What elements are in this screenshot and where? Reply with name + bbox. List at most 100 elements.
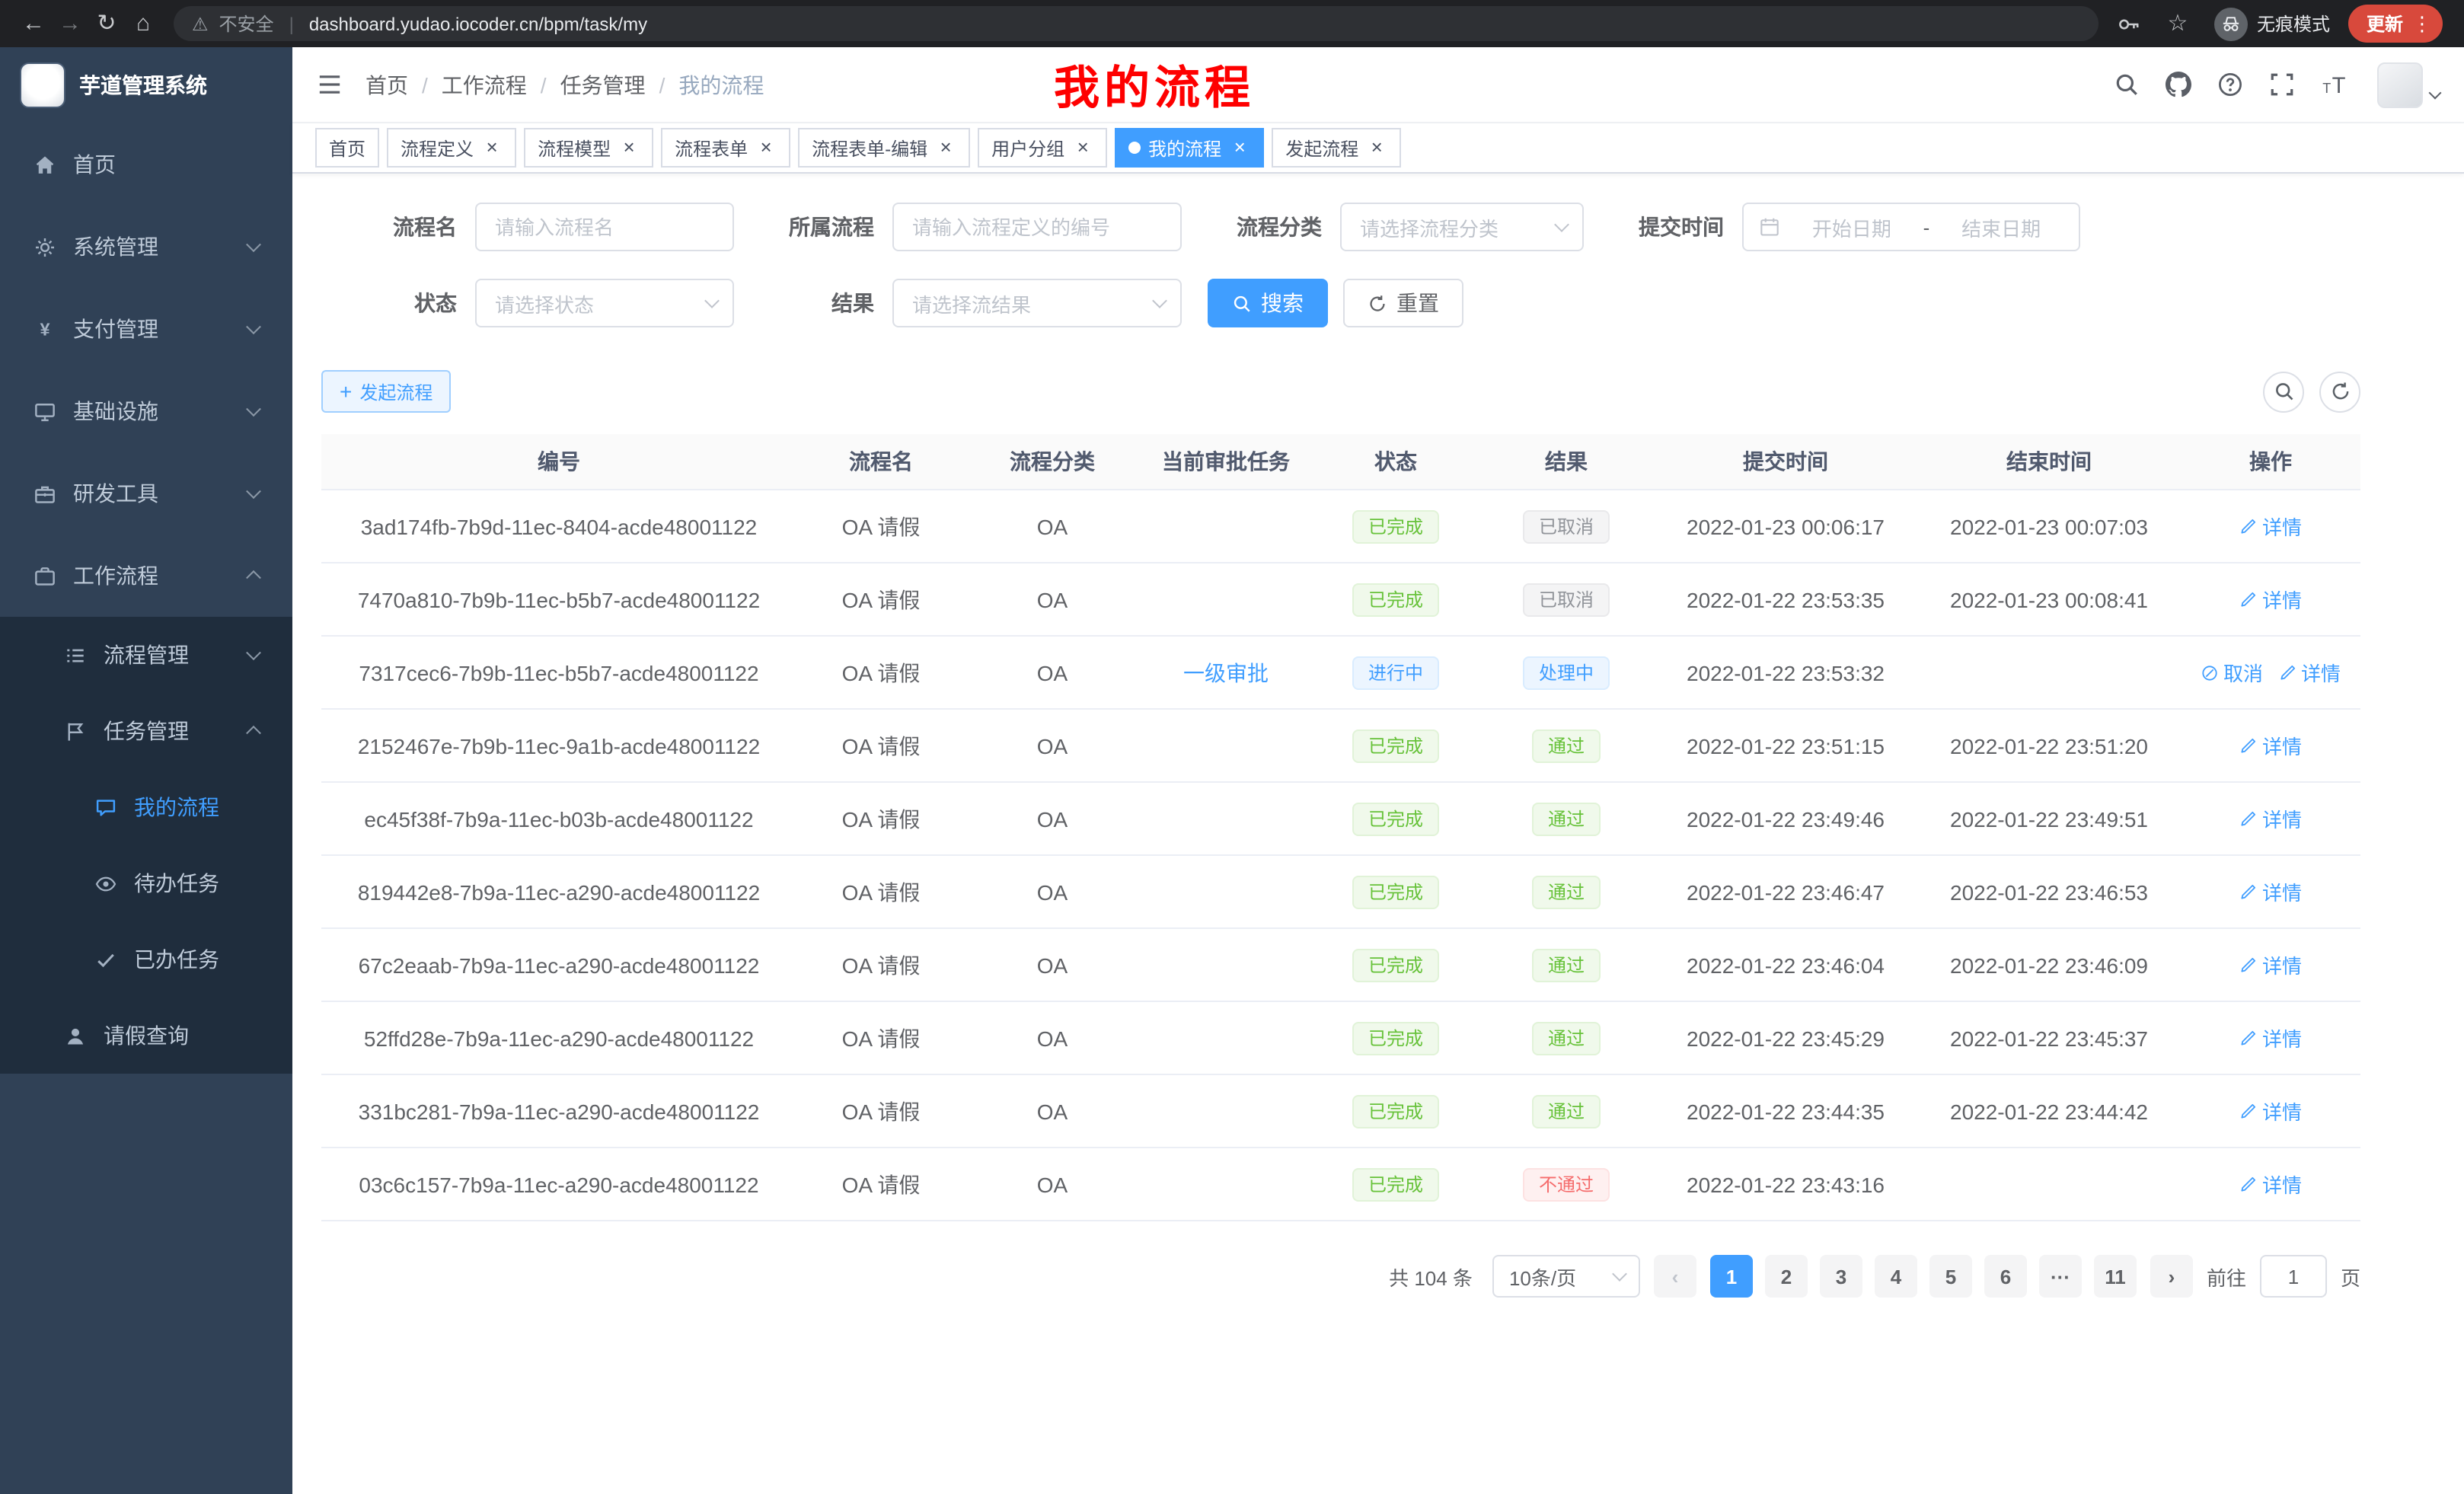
sidebar-item-done-tasks[interactable]: 已办任务 [0, 921, 292, 998]
bookmark-star-icon[interactable]: ☆ [2159, 0, 2196, 47]
detail-link[interactable]: 详情 [2239, 877, 2302, 906]
close-icon[interactable]: × [935, 137, 956, 158]
close-icon[interactable]: × [1229, 137, 1250, 158]
cell-id: 67c2eaab-7b9a-11ec-a290-acde48001122 [321, 953, 796, 977]
tab-item[interactable]: 首页 [315, 128, 379, 168]
tab-item[interactable]: 用户分组× [978, 128, 1107, 168]
start-date-placeholder[interactable]: 开始日期 [1789, 212, 1914, 241]
key-icon[interactable] [2117, 11, 2141, 36]
sidebar-toggle-icon[interactable] [317, 72, 343, 97]
update-button[interactable]: 更新 ⋮ [2348, 5, 2443, 43]
tab-item[interactable]: 流程定义× [387, 128, 516, 168]
current-task-link[interactable]: 一级审批 [1183, 657, 1269, 688]
sidebar-item-my-process[interactable]: 我的流程 [0, 769, 292, 845]
detail-link[interactable]: 详情 [2278, 658, 2341, 687]
breadcrumb-separator: / [541, 72, 547, 97]
column-header: 结果 [1479, 446, 1654, 477]
page-button[interactable]: 2 [1765, 1255, 1808, 1298]
category-select[interactable]: 请选择流程分类 [1340, 203, 1584, 251]
jump-page-input[interactable] [2260, 1255, 2327, 1298]
result-tag: 通过 [1533, 875, 1600, 908]
security-label[interactable]: 不安全 [219, 11, 274, 37]
process-name-input[interactable] [475, 203, 734, 251]
detail-link[interactable]: 详情 [2239, 1170, 2302, 1199]
svg-text:T: T [2332, 73, 2346, 97]
sidebar-item-leave-query[interactable]: 请假查询 [0, 998, 292, 1074]
page-button[interactable]: 1 [1710, 1255, 1753, 1298]
fullscreen-icon[interactable] [2269, 72, 2295, 97]
sidebar-item-infrastructure[interactable]: 基础设施 [0, 370, 292, 452]
sidebar-item-process-mgmt[interactable]: 流程管理 [0, 617, 292, 693]
next-page-button[interactable]: › [2150, 1255, 2193, 1298]
sidebar-item-payment-mgmt[interactable]: ¥支付管理 [0, 288, 292, 370]
browser-home-icon[interactable]: ⌂ [125, 0, 161, 47]
sidebar-item-todo-tasks[interactable]: 待办任务 [0, 845, 292, 921]
github-icon[interactable] [2166, 72, 2191, 97]
tab-item[interactable]: 流程表单-编辑× [798, 128, 970, 168]
tab-item[interactable]: 我的流程× [1115, 128, 1264, 168]
sidebar-item-task-mgmt[interactable]: 任务管理 [0, 693, 292, 769]
breadcrumb-item[interactable]: 工作流程 [442, 69, 527, 100]
url-text[interactable]: dashboard.yudao.iocoder.cn/bpm/task/my [309, 13, 647, 34]
search-icon[interactable] [2114, 72, 2140, 97]
sidebar-item-system-mgmt[interactable]: 系统管理 [0, 206, 292, 288]
navbar-actions: TT [2114, 62, 2440, 107]
reload-icon[interactable]: ↻ [88, 0, 125, 47]
process-def-input[interactable] [892, 203, 1182, 251]
help-icon[interactable] [2217, 72, 2243, 97]
create-process-button[interactable]: + 发起流程 [321, 370, 451, 413]
page-button[interactable]: 11 [2094, 1255, 2137, 1298]
prev-page-button[interactable]: ‹ [1654, 1255, 1696, 1298]
sidebar-item-dev-tools[interactable]: 研发工具 [0, 452, 292, 535]
detail-link[interactable]: 详情 [2239, 731, 2302, 760]
avatar[interactable] [2377, 62, 2423, 107]
status-select[interactable]: 请选择状态 [475, 279, 734, 327]
user-menu[interactable] [2377, 62, 2440, 107]
detail-link[interactable]: 详情 [2239, 585, 2302, 614]
result-select[interactable]: 请选择流结果 [892, 279, 1182, 327]
app-logo[interactable]: 芋道管理系统 [0, 47, 292, 123]
sidebar-item-workflow[interactable]: 工作流程 [0, 535, 292, 617]
tab-item[interactable]: 发起流程× [1272, 128, 1401, 168]
back-icon[interactable]: ← [15, 0, 52, 47]
reset-button[interactable]: 重置 [1343, 279, 1463, 327]
breadcrumb-item[interactable]: 任务管理 [560, 69, 646, 100]
detail-link[interactable]: 详情 [2239, 950, 2302, 979]
page-button[interactable]: 5 [1929, 1255, 1972, 1298]
close-icon[interactable]: × [1072, 137, 1093, 158]
kebab-menu-icon[interactable]: ⋮ [2412, 11, 2432, 36]
end-date-placeholder[interactable]: 结束日期 [1939, 212, 2063, 241]
detail-link[interactable]: 详情 [2239, 1023, 2302, 1052]
page-button[interactable]: 4 [1875, 1255, 1917, 1298]
page-more-button[interactable]: ··· [2039, 1255, 2082, 1298]
filter-category: 流程分类 请选择流程分类 [1208, 203, 1584, 251]
forward-icon[interactable]: → [52, 0, 88, 47]
refresh-button[interactable] [2319, 371, 2360, 412]
detail-link[interactable]: 详情 [2239, 1097, 2302, 1125]
page-size-select[interactable]: 10条/页 [1492, 1255, 1640, 1298]
cancel-link[interactable]: 取消 [2201, 658, 2263, 687]
search-button[interactable]: 搜索 [1208, 279, 1328, 327]
cell-result: 通过 [1479, 1094, 1654, 1128]
sidebar-item-home[interactable]: 首页 [0, 123, 292, 206]
close-icon[interactable]: × [755, 137, 777, 158]
detail-link[interactable]: 详情 [2239, 804, 2302, 833]
page-button[interactable]: 6 [1984, 1255, 2027, 1298]
font-size-icon[interactable]: TT [2321, 71, 2348, 98]
breadcrumb-item[interactable]: 首页 [365, 69, 408, 100]
incognito-label: 无痕模式 [2257, 11, 2330, 37]
table-row: 2152467e-7b9b-11ec-9a1b-acde48001122OA 请… [321, 710, 2360, 783]
check-icon [93, 947, 117, 972]
eye-icon [93, 871, 117, 895]
close-icon[interactable]: × [481, 137, 503, 158]
column-header: 流程名 [796, 446, 965, 477]
close-icon[interactable]: × [618, 137, 640, 158]
address-bar[interactable]: ⚠ 不安全 | dashboard.yudao.iocoder.cn/bpm/t… [174, 6, 2099, 41]
tab-item[interactable]: 流程表单× [661, 128, 790, 168]
page-button[interactable]: 3 [1820, 1255, 1862, 1298]
tab-item[interactable]: 流程模型× [524, 128, 653, 168]
detail-link[interactable]: 详情 [2239, 512, 2302, 541]
date-range-picker[interactable]: 开始日期 - 结束日期 [1742, 203, 2080, 251]
close-icon[interactable]: × [1366, 137, 1387, 158]
search-toggle-button[interactable] [2263, 371, 2304, 412]
